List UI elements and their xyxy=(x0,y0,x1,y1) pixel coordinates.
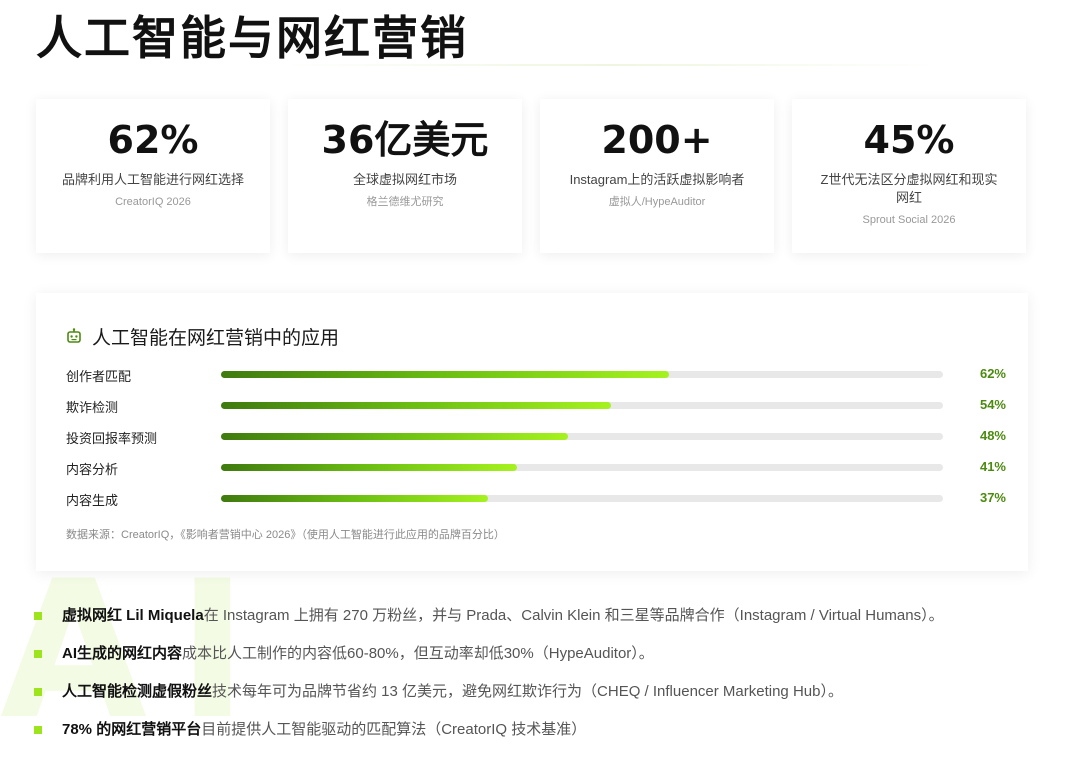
bar-row: 投资回报率预测 48% xyxy=(66,426,1006,448)
bullet-text: 人工智能检测虚假粉丝技术每年可为品牌节省约 13 亿美元，避免网红欺诈行为（CH… xyxy=(62,674,843,710)
list-item: 虚拟网红 Lil Miquela在 Instagram 上拥有 270 万粉丝，… xyxy=(34,598,1034,636)
bullet-square-icon xyxy=(34,612,42,620)
bar-value-label: 54% xyxy=(979,397,1006,412)
page-title: 人工智能与网红营销 xyxy=(36,12,468,64)
stat-source: CreatorIQ 2026 xyxy=(115,196,191,208)
stat-card-gen-z: 45% Z世代无法区分虚拟网红和现实网红 Sprout Social 2026 xyxy=(792,99,1026,253)
bar-fill xyxy=(221,433,568,440)
stat-value: 200+ xyxy=(601,118,713,162)
list-item: AI生成的网红内容成本比人工制作的内容低60-80%，但互动率却低30%（Hyp… xyxy=(34,636,1034,674)
bar-fill xyxy=(221,371,669,378)
bullet-square-icon xyxy=(34,650,42,658)
stat-source: 格兰德维尤研究 xyxy=(366,196,444,208)
bullet-text: 78% 的网红营销平台目前提供人工智能驱动的匹配算法（CreatorIQ 技术基… xyxy=(62,712,586,748)
stat-card-virtual-market: 36亿美元 全球虚拟网红市场 格兰德维尤研究 xyxy=(288,99,522,253)
bar-value-label: 37% xyxy=(979,490,1006,505)
bullet-square-icon xyxy=(34,726,42,734)
list-item: 78% 的网红营销平台目前提供人工智能驱动的匹配算法（CreatorIQ 技术基… xyxy=(34,712,1034,750)
bar-track xyxy=(221,464,943,471)
stat-card-virtual-influencers: 200+ Instagram上的活跃虚拟影响者 虚拟人/HypeAuditor xyxy=(540,99,774,253)
bullet-body: 技术每年可为品牌节省约 13 亿美元，避免网红欺诈行为（CHEQ / Influ… xyxy=(212,683,843,700)
bar-value-label: 48% xyxy=(979,428,1006,443)
bar-value-label: 41% xyxy=(979,459,1006,474)
bar-fill xyxy=(221,402,611,409)
bar-category-label: 内容分析 xyxy=(66,462,119,477)
bar-track xyxy=(221,495,943,502)
stat-value: 45% xyxy=(863,118,955,162)
stat-label: 品牌利用人工智能进行网红选择 xyxy=(61,172,244,187)
list-item: 人工智能检测虚假粉丝技术每年可为品牌节省约 13 亿美元，避免网红欺诈行为（CH… xyxy=(34,674,1034,712)
bar-value-label: 62% xyxy=(979,366,1006,381)
bar-fill xyxy=(221,495,489,502)
stat-source: 虚拟人/HypeAuditor xyxy=(608,196,706,208)
bar-track xyxy=(221,433,943,440)
bullet-body: 在 Instagram 上拥有 270 万粉丝，并与 Prada、Calvin … xyxy=(203,607,944,624)
fact-list: 虚拟网红 Lil Miquela在 Instagram 上拥有 270 万粉丝，… xyxy=(34,598,1034,750)
bullet-highlight: AI生成的网红内容 xyxy=(62,645,183,662)
bullet-body: 目前提供人工智能驱动的匹配算法（CreatorIQ 技术基准） xyxy=(201,721,587,738)
bar-category-label: 创作者匹配 xyxy=(66,369,132,384)
bar-category-label: 投资回报率预测 xyxy=(66,431,158,446)
bar-category-label: 欺诈检测 xyxy=(66,400,119,415)
stat-value: 62% xyxy=(107,118,199,162)
bullet-square-icon xyxy=(34,688,42,696)
chart-card: 人工智能在网红营销中的应用 创作者匹配 62% 欺诈检测 54% 投资回报率预测 48% 内… xyxy=(36,293,1028,571)
bullet-text: 虚拟网红 Lil Miquela在 Instagram 上拥有 270 万粉丝，… xyxy=(62,598,944,634)
bar-category-label: 内容生成 xyxy=(66,493,119,508)
stat-value: 36亿美元 xyxy=(321,118,489,162)
stat-card-brands-ai: 62% 品牌利用人工智能进行网红选择 CreatorIQ 2026 xyxy=(36,99,270,253)
bullet-highlight: 人工智能检测虚假粉丝 xyxy=(62,683,213,700)
chart-title: 人工智能在网红营销中的应用 xyxy=(92,327,340,349)
bullet-highlight: 虚拟网红 Lil Miquela xyxy=(62,607,204,624)
bullet-body: 成本比人工制作的内容低60-80%，但互动率却低30%（HypeAuditor）… xyxy=(182,645,654,662)
bar-row: 内容分析 41% xyxy=(66,457,1006,479)
bar-fill xyxy=(221,464,518,471)
bar-track xyxy=(221,371,943,378)
bar-track xyxy=(221,402,943,409)
bar-row: 欺诈检测 54% xyxy=(66,395,1006,417)
bullet-highlight: 78% 的网红营销平台 xyxy=(62,721,202,738)
chart-header: 人工智能在网红营销中的应用 xyxy=(66,323,339,349)
bullet-text: AI生成的网红内容成本比人工制作的内容低60-80%，但互动率却低30%（Hyp… xyxy=(62,636,654,672)
stat-label: Instagram上的活跃虚拟影响者 xyxy=(569,172,745,187)
stat-label: Z世代无法区分虚拟网红和现实网红 xyxy=(820,172,998,205)
stat-label: 全球虚拟网红市场 xyxy=(352,172,457,187)
robot-icon xyxy=(66,328,82,344)
bar-row: 创作者匹配 62% xyxy=(66,364,1006,386)
stat-source: Sprout Social 2026 xyxy=(862,214,956,226)
bar-row: 内容生成 37% xyxy=(66,488,1006,510)
stats-row: 62% 品牌利用人工智能进行网红选择 CreatorIQ 2026 36亿美元 … xyxy=(36,99,1028,253)
chart-source-note: 数据来源：CreatorIQ，《影响者营销中心 2026》（使用人工智能进行此应… xyxy=(66,529,505,541)
